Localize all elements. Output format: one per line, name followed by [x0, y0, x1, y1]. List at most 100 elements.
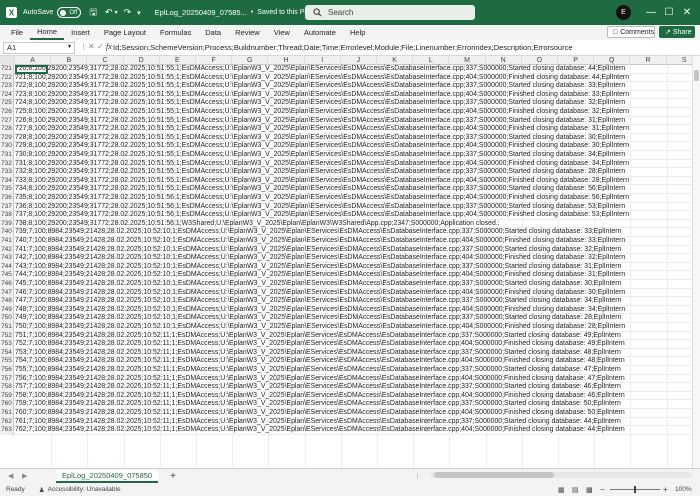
- row-number[interactable]: 731: [0, 151, 14, 160]
- row-cell-text[interactable]: 736;8;100;29200;23549;31772;28.02.2025;1…: [15, 203, 625, 212]
- row-number[interactable]: 747: [0, 288, 14, 298]
- row-number[interactable]: 758: [0, 383, 14, 392]
- row-cell-text[interactable]: 748;7;100;8984;23549;21428;28.02.2025;10…: [15, 306, 625, 315]
- row-cell-text[interactable]: 760;7;100;8984;23549;21428;28.02.2025;10…: [15, 409, 625, 418]
- row-number[interactable]: 760: [0, 400, 14, 409]
- column-header-d[interactable]: D: [124, 56, 160, 65]
- redo-icon[interactable]: ↷: [124, 0, 132, 25]
- tab-view[interactable]: View: [267, 25, 297, 40]
- row-cell-text[interactable]: 762;7;100;8984;23549;21428;28.02.2025;10…: [15, 426, 625, 435]
- row-cell-text[interactable]: 727;8;100;29200;23549;31772;28.02.2025;1…: [15, 125, 629, 134]
- column-header-j[interactable]: J: [341, 56, 377, 65]
- row-cell-text[interactable]: 756;7;100;8984;23549;21428;28.02.2025;10…: [15, 375, 625, 384]
- close-icon[interactable]: ✕: [674, 0, 700, 25]
- column-header-c[interactable]: C: [87, 56, 124, 65]
- row-cell-text[interactable]: 737;8;100;29200;23549;31772;28.02.2025;1…: [15, 211, 629, 220]
- row-cell-text[interactable]: 757;7;100;8984;23549;21428;28.02.2025;10…: [15, 383, 621, 392]
- confirm-formula-icon[interactable]: ✓: [97, 42, 104, 51]
- row-number[interactable]: 733: [0, 168, 14, 177]
- zoom-level[interactable]: 100%: [675, 486, 692, 493]
- search-box[interactable]: Search: [305, 5, 475, 20]
- column-header-f[interactable]: F: [196, 56, 233, 65]
- column-header-a[interactable]: A: [15, 56, 52, 65]
- row-cell-text[interactable]: 744;7;100;8984;23549;21428;28.02.2025;10…: [15, 271, 625, 280]
- next-sheet-icon[interactable]: ▶: [22, 472, 27, 480]
- tab-home[interactable]: Home: [30, 25, 65, 40]
- row-cell-text[interactable]: 725;8;100;29200;23549;31772;28.02.2025;1…: [15, 108, 629, 117]
- row-number[interactable]: 725: [0, 99, 14, 108]
- row-number[interactable]: 734: [0, 176, 14, 186]
- row-number[interactable]: 762: [0, 417, 14, 427]
- vertical-scroll-thumb[interactable]: [694, 70, 699, 81]
- customize-toolbar-icon[interactable]: ▾: [137, 0, 141, 25]
- name-box-chevron-icon[interactable]: ▾: [68, 43, 71, 50]
- page-break-view-icon[interactable]: ▩: [586, 486, 593, 494]
- row-cell-text[interactable]: 749;7;100;8984;23549;21428;28.02.2025;10…: [15, 314, 621, 323]
- row-cell-text[interactable]: 740;7;100;8984;23549;21428;28.02.2025;10…: [15, 237, 625, 246]
- share-button[interactable]: ↗ Share: [659, 26, 695, 38]
- row-cell-text[interactable]: 738;8;100;29200;23549;31772;28.02.2025;1…: [15, 220, 500, 229]
- tab-review[interactable]: Review: [228, 25, 267, 40]
- row-cell-text[interactable]: 752;7;100;8984;23549;21428;28.02.2025;10…: [15, 340, 625, 349]
- row-number[interactable]: 724: [0, 90, 14, 100]
- tab-data[interactable]: Data: [198, 25, 228, 40]
- zoom-slider-thumb[interactable]: [634, 486, 636, 493]
- column-header-i[interactable]: I: [305, 56, 341, 65]
- row-number[interactable]: 732: [0, 159, 14, 169]
- column-header-p[interactable]: P: [558, 56, 595, 65]
- column-header-h[interactable]: H: [268, 56, 305, 65]
- row-cell-text[interactable]: 735;8;100;29200;23549;31772;28.02.2025;1…: [15, 194, 629, 203]
- row-number[interactable]: 745: [0, 271, 14, 280]
- row-number[interactable]: 729: [0, 133, 14, 143]
- column-header-s[interactable]: S: [667, 56, 692, 65]
- row-cell-text[interactable]: 720;8;100;29200;23549;31772;28.02.2025;1…: [15, 65, 625, 74]
- row-number[interactable]: 722: [0, 73, 14, 83]
- row-cell-text[interactable]: 724;8;100;29200;23549;31772;28.02.2025;1…: [15, 99, 625, 108]
- column-header-n[interactable]: N: [486, 56, 522, 65]
- row-number[interactable]: 751: [0, 323, 14, 332]
- row-number[interactable]: 757: [0, 374, 14, 384]
- zoom-out-icon[interactable]: −: [600, 485, 605, 494]
- row-number[interactable]: 741: [0, 237, 14, 246]
- column-header-g[interactable]: G: [232, 56, 269, 65]
- page-layout-view-icon[interactable]: ▤: [572, 486, 579, 494]
- row-cell-text[interactable]: 726;8;100;29200;23549;31772;28.02.2025;1…: [15, 117, 625, 126]
- row-cell-text[interactable]: 746;7;100;8984;23549;21428;28.02.2025;10…: [15, 289, 625, 298]
- row-cell-text[interactable]: 754;7;100;8984;23549;21428;28.02.2025;10…: [15, 357, 625, 366]
- row-cell-text[interactable]: 739;7;100;8984;23549;21428;28.02.2025;10…: [15, 228, 621, 237]
- row-cell-text[interactable]: 731;8;100;29200;23549;31772;28.02.2025;1…: [15, 160, 629, 169]
- row-cell-text[interactable]: 751;7;100;8984;23549;21428;28.02.2025;10…: [15, 332, 621, 341]
- row-number[interactable]: 738: [0, 211, 14, 220]
- row-cell-text[interactable]: 758;7;100;8984;23549;21428;28.02.2025;10…: [15, 392, 625, 401]
- tab-more-icon[interactable]: ⋮: [414, 472, 421, 480]
- tab-page-layout[interactable]: Page Layout: [97, 25, 153, 40]
- row-number[interactable]: 759: [0, 391, 14, 401]
- tab-formulas[interactable]: Formulas: [153, 25, 198, 40]
- column-header-b[interactable]: B: [51, 56, 88, 65]
- row-cell-text[interactable]: 755;7;100;8984;23549;21428;28.02.2025;10…: [15, 366, 621, 375]
- row-cell-text[interactable]: 723;8;100;29200;23549;31772;28.02.2025;1…: [15, 91, 629, 100]
- row-cell-text[interactable]: 728;8;100;29200;23549;31772;28.02.2025;1…: [15, 134, 625, 143]
- row-cell-text[interactable]: 745;7;100;8984;23549;21428;28.02.2025;10…: [15, 280, 621, 289]
- row-number[interactable]: 763: [0, 426, 14, 435]
- row-cell-text[interactable]: 747;7;100;8984;23549;21428;28.02.2025;10…: [15, 297, 621, 306]
- column-header-r[interactable]: R: [630, 56, 667, 65]
- row-number[interactable]: 730: [0, 142, 14, 151]
- row-cell-text[interactable]: 759;7;100;8984;23549;21428;28.02.2025;10…: [15, 400, 621, 409]
- tab-help[interactable]: Help: [343, 25, 372, 40]
- tab-file[interactable]: File: [4, 25, 30, 40]
- row-number[interactable]: 756: [0, 366, 14, 375]
- formula-input[interactable]: Id;Session;SchemeVersion;Process;Buildnu…: [113, 43, 573, 52]
- row-number[interactable]: 743: [0, 254, 14, 263]
- undo-dropdown-icon[interactable]: ▾: [115, 0, 118, 25]
- row-number[interactable]: 728: [0, 125, 14, 134]
- normal-view-icon[interactable]: ▦: [558, 486, 565, 494]
- row-number[interactable]: 749: [0, 305, 14, 315]
- row-number[interactable]: 723: [0, 82, 14, 91]
- row-cell-text[interactable]: 733;8;100;29200;23549;31772;28.02.2025;1…: [15, 177, 629, 186]
- accessibility-status[interactable]: Accessibility: Unavailable: [48, 486, 121, 493]
- zoom-in-icon[interactable]: +: [663, 485, 668, 494]
- row-number[interactable]: 721: [0, 65, 14, 74]
- row-number[interactable]: 755: [0, 357, 14, 366]
- vertical-scrollbar[interactable]: [692, 56, 700, 468]
